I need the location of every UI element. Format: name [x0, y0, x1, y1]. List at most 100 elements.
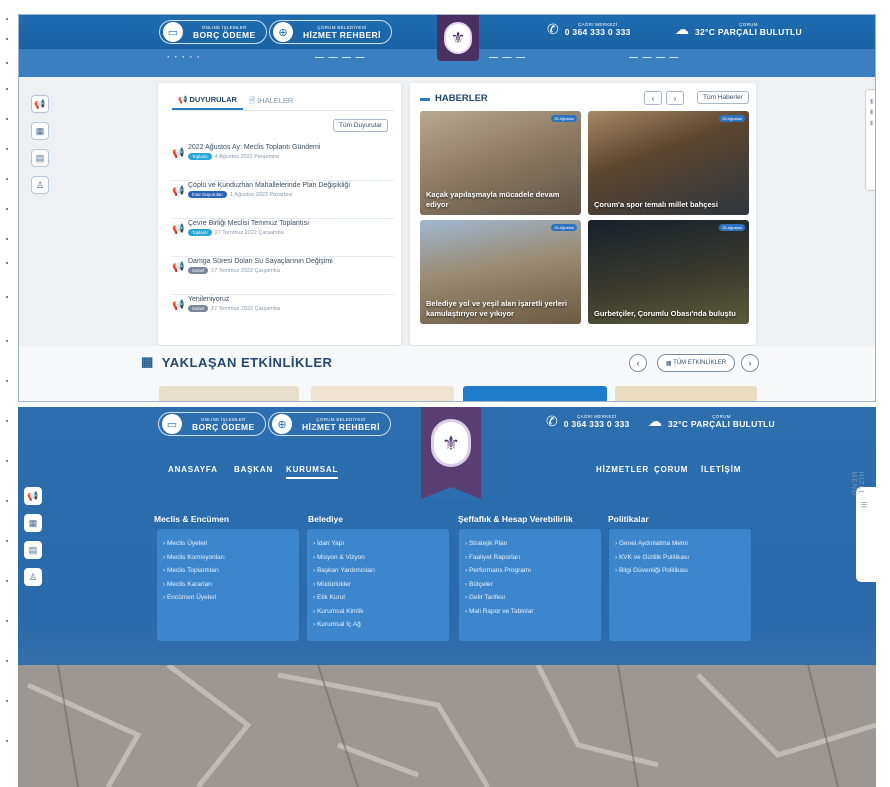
menu-link[interactable]: › Etik Kurul	[313, 591, 443, 605]
menu-link[interactable]: › Başkan Yardımcıları	[313, 564, 443, 578]
next-events-button[interactable]: ›	[741, 354, 759, 372]
compass-icon: ⊕	[273, 22, 293, 42]
news-item[interactable]: 25 Ağustos Kaçak yapılaşmayla mücadele d…	[420, 111, 581, 215]
menu-link[interactable]: › İdari Yapı	[313, 537, 443, 551]
event-card[interactable]	[463, 386, 607, 401]
menu-column-meclis: › Meclis Üyeleri › Meclis Komisyonları ›…	[157, 529, 299, 641]
announcement-item[interactable]: 📢 Damga Süresi Dolan Su Sayaçlarının Değ…	[172, 257, 394, 295]
news-item[interactable]: 25 Ağustos Çorum'a spor temalı millet ba…	[588, 111, 749, 215]
event-card[interactable]	[159, 386, 299, 401]
user-icon[interactable]: ♙	[24, 568, 42, 586]
user-icon[interactable]: ♙	[31, 176, 49, 194]
menu-link[interactable]: › Meclis Toplantıları	[163, 564, 293, 578]
calendar-icon[interactable]: ▦	[31, 122, 49, 140]
left-quick-icons: 📢 ▦ ▤ ♙	[31, 95, 49, 203]
hizmet-rehberi-button[interactable]: ⊕ ÇORUM BELEDİYESİ HİZMET REHBERİ	[269, 20, 392, 44]
menu-link[interactable]: › Meclis Komisyonları	[163, 551, 293, 565]
prev-news-button[interactable]: ‹	[644, 91, 662, 105]
menu-link[interactable]: › Bütçeler	[465, 578, 595, 592]
nav-corum[interactable]: ÇORUM	[654, 465, 688, 474]
phone-icon: ✆	[546, 413, 558, 429]
tab-duyurular[interactable]: 📢 DUYURULAR	[172, 91, 243, 110]
menu-link[interactable]: › Kurumsal Kimlik	[313, 605, 443, 619]
events-title: YAKLAŞAN ETKİNLİKLER	[161, 354, 333, 370]
phone-number: 0 364 333 0 333	[564, 27, 631, 37]
megaphone-icon[interactable]: 📢	[24, 487, 42, 505]
prev-events-button[interactable]: ‹	[629, 354, 647, 372]
card-icon: ▭	[163, 22, 183, 42]
all-events-button[interactable]: ▦ TÜM ETKİNLİKLER	[657, 354, 735, 372]
announcement-item[interactable]: 📢 Yenileniyoruz Genel 27 Temmuz 2022 Çarş…	[172, 295, 394, 333]
menu-link[interactable]: › Encümen Üyeleri	[163, 591, 293, 605]
megaphone-icon: 📢	[172, 300, 185, 311]
announcement-item[interactable]: 📢 Çöplü ve Kunduzhan Mahallelerinde Plan…	[172, 181, 394, 219]
category-badge: Toplantı	[188, 229, 212, 237]
nav-hizmetler[interactable]: HİZMETLER	[596, 465, 649, 474]
nav-iletisim[interactable]: İLETİŞİM	[701, 465, 741, 474]
nav-kurumsal[interactable]: KURUMSAL	[286, 465, 339, 479]
all-news-button[interactable]: Tüm Haberler	[697, 91, 749, 104]
calendar-icon: ▦	[141, 354, 154, 369]
cloud-icon: ☁	[675, 21, 689, 37]
menu-link[interactable]: › Kurumsal İç Ağ	[313, 618, 443, 632]
calendar-icon[interactable]: ▦	[24, 514, 42, 532]
borc-label: BORÇ ÖDEME	[192, 421, 255, 432]
menu-link[interactable]: › Meclis Üyeleri	[163, 537, 293, 551]
menu-link[interactable]: › Faaliyet Raporları	[465, 551, 595, 565]
event-card[interactable]	[615, 386, 757, 401]
kurumsal-menu-screenshot: ▭ ONLINE İŞLEMLER BORÇ ÖDEME ⊕ ÇORUM BELE…	[18, 407, 876, 787]
menu-link[interactable]: › Meclis Kararları	[163, 578, 293, 592]
megaphone-icon[interactable]: 📢	[31, 95, 49, 113]
megaphone-icon: 📢	[172, 148, 185, 159]
menu-column-title: Meclis & Encümen	[154, 514, 230, 524]
corum-belediyesi-logo[interactable]: ⚜	[437, 15, 479, 61]
ruins-pattern	[18, 663, 876, 787]
megaphone-icon: 📢	[172, 186, 185, 197]
announcement-item[interactable]: 📢 Çevre Birliği Meclisi Temmuz Toplantıs…	[172, 219, 394, 257]
menu-link[interactable]: › KVK ve Gizlilik Politikası	[615, 551, 745, 565]
nav-anasayfa[interactable]: ANASAYFA	[168, 465, 218, 474]
megaphone-icon: 📢	[172, 262, 185, 273]
menu-link[interactable]: › Performans Programı	[465, 564, 595, 578]
borc-odeme-button[interactable]: ▭ ONLINE İŞLEMLER BORÇ ÖDEME	[158, 412, 266, 436]
news-title: HABERLER	[435, 93, 488, 104]
menu-link[interactable]: › Misyon & Vizyon	[313, 551, 443, 565]
cloud-icon: ☁	[648, 413, 662, 429]
category-badge: Genel	[188, 305, 209, 313]
menu-link[interactable]: › Mali Rapor ve Tablolar	[465, 605, 595, 619]
card-icon: ▭	[162, 414, 182, 434]
homepage-screenshot: · · · · · — — — — — — — — — — — ▭ ONLINE İŞ…	[18, 14, 876, 402]
menu-link[interactable]: › Müdürlükler	[313, 578, 443, 592]
hizmet-rehberi-button[interactable]: ⊕ ÇORUM BELEDİYESİ HİZMET REHBERİ	[268, 412, 391, 436]
all-announcements-button[interactable]: Tüm Duyurular	[333, 119, 388, 132]
call-center[interactable]: ✆ ÇAĞRI MERKEZİ 0 364 333 0 333	[546, 413, 630, 430]
event-card[interactable]	[311, 386, 454, 401]
hizli-menu-tab[interactable]: ☰ HIZLI MENÜ	[850, 471, 876, 582]
menu-column-title: Belediye	[308, 514, 343, 524]
corum-belediyesi-logo[interactable]: ⚜	[421, 407, 481, 499]
borc-label: BORÇ ÖDEME	[193, 29, 256, 40]
announcement-item[interactable]: 📢 2022 Ağustos Ay: Meclis Toplantı Günde…	[172, 143, 394, 181]
call-center[interactable]: ✆ ÇAĞRI MERKEZİ 0 364 333 0 333	[547, 21, 631, 38]
borc-odeme-button[interactable]: ▭ ONLINE İŞLEMLER BORÇ ÖDEME	[159, 20, 267, 44]
menu-column-politikalar: › Genel Aydınlatma Metni › KVK ve Gizlil…	[609, 529, 751, 641]
weather-widget: ☁ ÇORUM 32°C PARÇALI BULUTLU	[648, 413, 775, 430]
phone-icon: ✆	[547, 21, 559, 37]
news-icon[interactable]: ▤	[24, 541, 42, 559]
weather-status: 32°C PARÇALI BULUTLU	[668, 419, 775, 429]
tab-ihaleler[interactable]: 🗎 İHALELER	[243, 91, 299, 110]
announcements-card: 📢 DUYURULAR 🗎 İHALELER Tüm Duyurular 📢 2…	[158, 83, 401, 345]
nav-baskan[interactable]: BAŞKAN	[234, 465, 273, 474]
side-quick-menu-tab[interactable]: ▮ ▮ ▮	[865, 89, 875, 191]
news-icon[interactable]: ▤	[31, 149, 49, 167]
menu-link[interactable]: › Stratejik Plan	[465, 537, 595, 551]
next-news-button[interactable]: ›	[666, 91, 684, 105]
menu-link[interactable]: › Bilgi Güvenliği Politikası	[615, 564, 745, 578]
news-item[interactable]: 25 Ağustos Gurbetçiler, Çorumlu Obası'nd…	[588, 220, 749, 324]
menu-link[interactable]: › Gelir Tarifesi	[465, 591, 595, 605]
archaeological-site-image	[18, 663, 876, 787]
menu-link[interactable]: › Genel Aydınlatma Metni	[615, 537, 745, 551]
hizmet-label: HİZMET REHBERİ	[303, 29, 381, 40]
news-item[interactable]: 25 Ağustos Belediye yol ve yeşil alan iş…	[420, 220, 581, 324]
category-badge: İmar Duyuruları	[188, 191, 228, 199]
